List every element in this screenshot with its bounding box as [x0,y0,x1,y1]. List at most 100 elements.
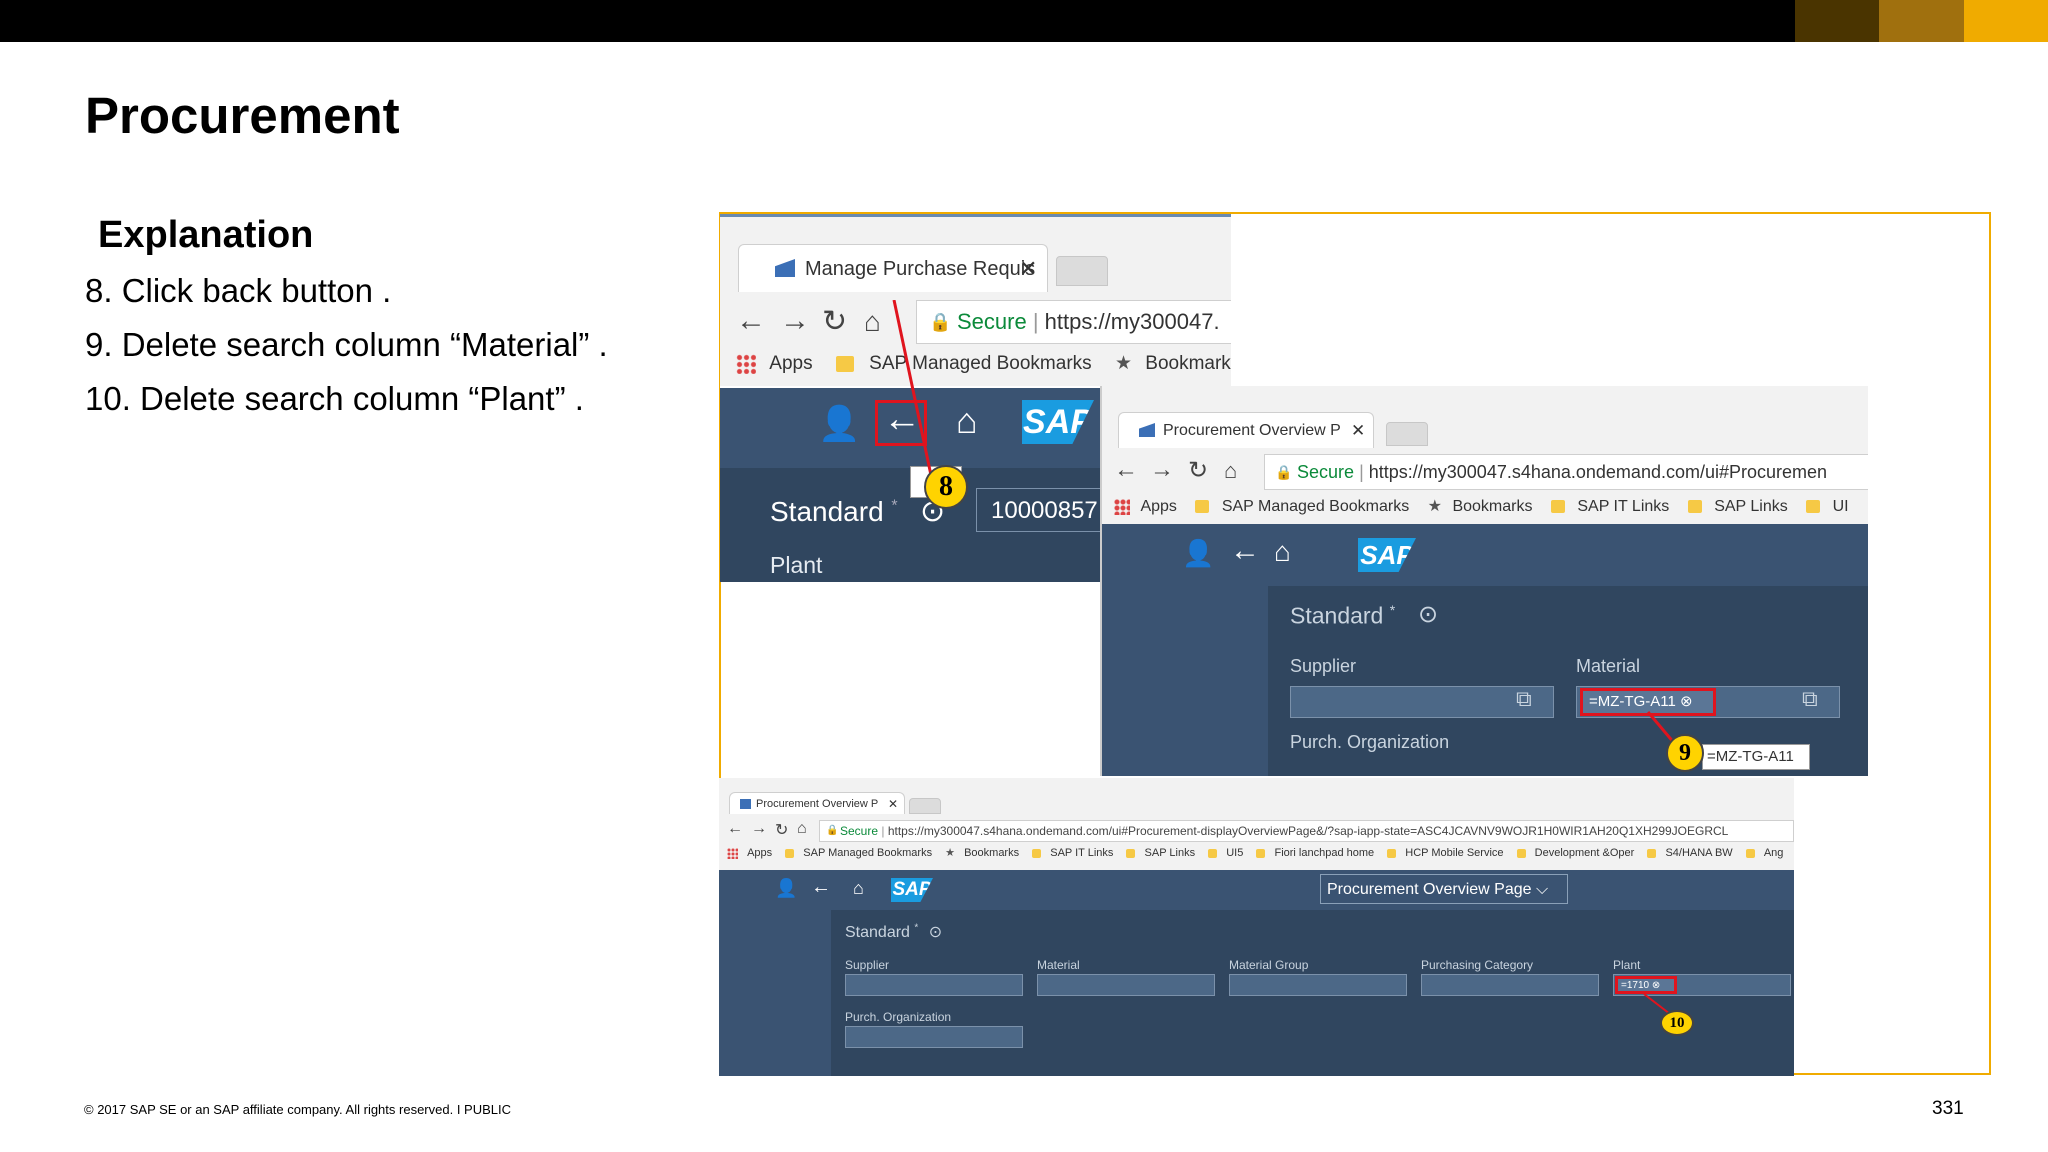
home-icon[interactable]: ⌂ [1224,458,1237,484]
bookmark-fiori-launchpad[interactable]: Fiori lanchpad home [1274,847,1374,859]
reload-icon[interactable]: ↻ [1188,456,1208,485]
bookmark-s4hana-bw[interactable]: S4/HANA BW [1665,847,1732,859]
filter-label-supplier: Supplier [845,958,890,972]
back-icon[interactable]: ← [727,820,743,838]
callout-9: 9 [1666,734,1704,772]
variant-title[interactable]: Standard * ⊙ [845,922,942,942]
forward-icon[interactable]: → [1150,456,1174,484]
reload-icon[interactable]: ↻ [822,304,847,339]
number-field[interactable]: 10000857 [976,488,1112,532]
supplier-field[interactable] [1290,686,1554,718]
tab-favicon-icon [740,799,751,809]
variant-title[interactable]: Standard * [1290,602,1395,630]
folder-icon [1516,848,1526,858]
home-icon[interactable]: ⌂ [853,878,864,899]
browser-tab[interactable]: Manage Purchase Requis ✕ [738,244,1048,292]
home-icon[interactable]: ⌂ [864,306,881,338]
folder-icon [1806,500,1821,514]
apps-grid-icon [727,847,738,859]
user-icon[interactable]: 👤 [818,404,860,444]
folder-icon [1032,848,1042,858]
address-bar[interactable]: 🔒 Secure | https://my300047. [916,300,1231,344]
bookmark-apps[interactable]: Apps [769,353,812,374]
folder-icon [1208,848,1218,858]
address-bar[interactable]: 🔒 Secure | https://my300047.s4hana.ondem… [1264,454,1868,490]
browser-tab[interactable]: Procurement Overview P ✕ [1118,412,1374,448]
home-icon[interactable]: ⌂ [797,820,807,838]
bookmark-ang[interactable]: Ang [1764,847,1784,859]
step-9: 9. Delete search column “Material” . [85,326,608,363]
bookmark-ui5[interactable]: UI5 [1226,847,1243,859]
variant-dropdown-icon[interactable]: ⊙ [929,924,942,941]
filter-field-purchasing-category[interactable] [1421,974,1599,996]
bookmark-sap-it-links[interactable]: SAP IT Links [1577,498,1669,515]
filter-field-supplier[interactable] [845,974,1023,996]
home-icon[interactable]: ⌂ [1274,536,1291,568]
plant-label: Plant [770,552,823,578]
purch-org-label: Purch. Organization [1290,732,1450,752]
screenshot-3: Procurement Overview P ✕ ← → ↻ ⌂ 🔒 Secur… [719,778,1794,1076]
close-tab-icon[interactable]: ✕ [1019,245,1037,292]
folder-icon [1195,500,1210,514]
user-icon[interactable]: 👤 [1182,538,1214,569]
screenshot-2: Procurement Overview P ✕ ← → ↻ ⌂ 🔒 Secur… [1100,386,1868,776]
close-tab-icon[interactable]: ✕ [1351,413,1365,448]
explanation-heading: Explanation [98,214,314,256]
bookmarks-bar: Apps SAP Managed Bookmarks ★ Bookmarks S… [1114,496,1849,516]
back-icon[interactable]: ← [736,304,766,338]
top-bar-accent-1 [1795,0,1879,42]
back-icon[interactable]: ← [1114,456,1138,484]
bookmark-sap-managed[interactable]: SAP Managed Bookmarks [803,847,932,859]
bookmark-sap-links[interactable]: SAP Links [1145,847,1196,859]
back-arrow-icon[interactable]: ← [1230,534,1260,568]
page-selector[interactable]: Procurement Overview Page ⌵ [1320,874,1568,904]
close-tab-icon[interactable]: ✕ [888,793,898,814]
bookmarks-bar: Apps SAP Managed Bookmarks ★ Bookmarks S… [727,846,1783,859]
bookmark-apps[interactable]: Apps [1140,498,1176,515]
folder-icon [1550,500,1565,514]
step-8: 8. Click back button . [85,272,392,309]
forward-icon[interactable]: → [751,820,767,838]
callout-10: 10 [1660,1010,1694,1036]
new-tab-button[interactable] [1386,422,1428,446]
bookmark-bookmarks[interactable]: Bookmark [1145,353,1231,374]
value-help-icon[interactable]: ⧉ [1516,686,1532,712]
new-tab-button[interactable] [909,798,941,814]
forward-icon[interactable]: → [780,304,810,338]
bookmark-sap-it-links[interactable]: SAP IT Links [1050,847,1113,859]
folder-icon [835,355,854,372]
filter-field-material[interactable] [1037,974,1215,996]
bookmark-bookmarks[interactable]: Bookmarks [1452,498,1532,515]
bookmark-sap-managed[interactable]: SAP Managed Bookmarks [1222,498,1409,515]
reload-icon[interactable]: ↻ [775,820,788,840]
supplier-label: Supplier [1290,656,1357,676]
chevron-down-icon: ⌵ [1535,881,1549,898]
variant-title[interactable]: Standard * [770,496,898,528]
value-help-icon[interactable]: ⧉ [1802,686,1818,712]
material-label: Material [1576,656,1641,676]
bookmark-development[interactable]: Development &Oper [1535,847,1635,859]
folder-icon [1687,500,1702,514]
bookmark-hcp-mobile[interactable]: HCP Mobile Service [1405,847,1503,859]
folder-icon [1256,848,1266,858]
filter-field-material-group[interactable] [1229,974,1407,996]
bookmark-bookmarks[interactable]: Bookmarks [964,847,1019,859]
token-remove-icon[interactable]: ⊗ [1680,693,1693,710]
callout-8: 8 [924,465,968,509]
top-bar-accent-2 [1879,0,1964,42]
bookmark-sap-links[interactable]: SAP Links [1714,498,1788,515]
token-remove-icon[interactable]: ⊗ [1652,980,1660,991]
address-bar[interactable]: 🔒 Secure | https://my300047.s4hana.ondem… [819,820,1794,842]
star-icon: ★ [1114,353,1132,374]
purch-org-field[interactable] [845,1026,1023,1048]
user-icon[interactable]: 👤 [775,878,797,899]
back-arrow-icon[interactable]: ← [811,876,831,899]
bookmark-apps[interactable]: Apps [747,847,772,859]
folder-icon [1745,848,1755,858]
filter-label-material-group: Material Group [1229,958,1309,972]
variant-dropdown-icon[interactable]: ⊙ [1418,600,1438,629]
new-tab-button[interactable] [1056,256,1108,286]
bookmark-ui[interactable]: UI [1833,498,1849,515]
lock-icon: 🔒 [826,825,839,836]
browser-tab[interactable]: Procurement Overview P ✕ [729,792,905,814]
